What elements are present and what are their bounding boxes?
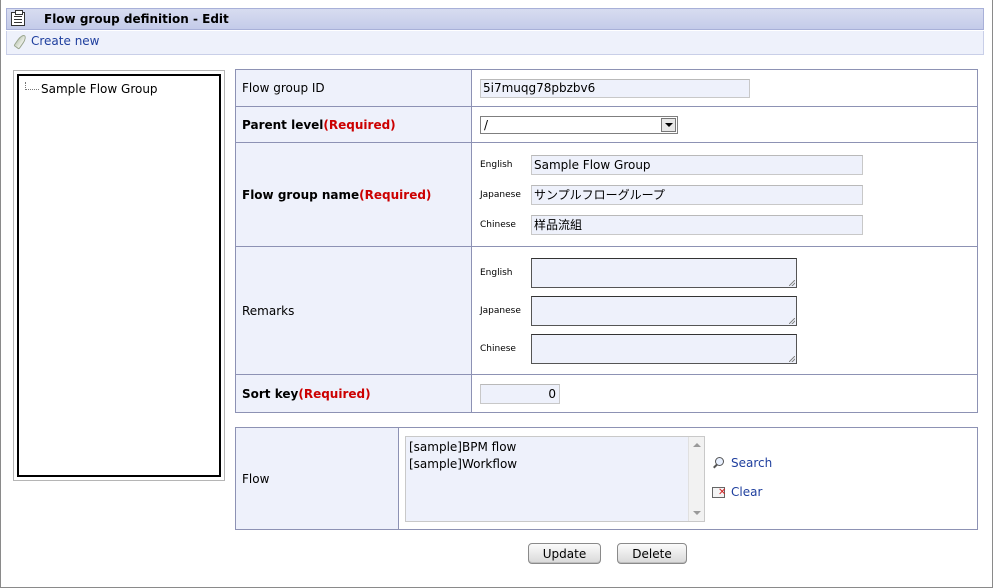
flow-group-name-label: Flow group name(Required) <box>235 142 472 247</box>
update-button[interactable]: Update <box>528 543 601 564</box>
list-item[interactable]: [sample]BPM flow <box>409 439 517 456</box>
clear-link[interactable]: Clear <box>712 482 772 502</box>
name-japanese-row: Japanese サンプルフローグループ <box>480 180 977 210</box>
clear-label: Clear <box>731 485 763 499</box>
list-item[interactable]: [sample]Workflow <box>409 456 517 473</box>
japanese-label: Japanese <box>480 305 521 316</box>
flow-group-id-field[interactable]: 5i7muqg78pbzbv6 <box>480 78 750 98</box>
sort-key-input[interactable]: 0 <box>480 383 560 404</box>
remarks-japanese-textarea[interactable] <box>531 295 797 326</box>
row-flow-group-id: Flow group ID 5i7muqg78pbzbv6 <box>235 69 978 107</box>
search-link[interactable]: Search <box>712 453 772 473</box>
parent-level-select[interactable]: / <box>480 115 678 134</box>
scroll-down-icon[interactable] <box>693 510 701 515</box>
parent-level-value: / <box>484 117 489 132</box>
scrollbar[interactable] <box>688 436 704 521</box>
tree-item[interactable]: Sample Flow Group <box>25 82 158 96</box>
sort-key-label: Sort key(Required) <box>235 374 472 413</box>
row-flow: Flow [sample]BPM flow [sample]Workflow <box>235 427 978 530</box>
search-label: Search <box>731 456 773 470</box>
scroll-up-icon[interactable] <box>693 442 701 447</box>
remarks-chinese-row: Chinese <box>480 330 977 368</box>
remarks-label: Remarks <box>235 246 472 375</box>
english-label: English <box>480 159 513 170</box>
title-bar: Flow group definition - Edit <box>6 8 984 30</box>
flow-group-form: Flow group ID 5i7muqg78pbzbv6 Parent lev… <box>235 69 978 413</box>
clear-icon <box>712 486 727 499</box>
create-new-label: Create new <box>31 34 100 48</box>
parent-level-label: Parent level(Required) <box>235 106 472 143</box>
required-marker: (Required) <box>323 117 396 132</box>
flow-listbox[interactable]: [sample]BPM flow [sample]Workflow <box>405 435 705 522</box>
required-marker: (Required) <box>359 187 432 202</box>
remarks-japanese-row: Japanese <box>480 292 977 330</box>
row-remarks: Remarks English Japanese Chinese <box>235 246 978 375</box>
delete-button[interactable]: Delete <box>617 543 687 564</box>
chevron-down-icon[interactable] <box>661 117 676 132</box>
chinese-label: Chinese <box>480 343 516 354</box>
flow-section: Flow [sample]BPM flow [sample]Workflow <box>235 427 978 530</box>
row-sort-key: Sort key(Required) 0 <box>235 374 978 413</box>
required-marker: (Required) <box>298 386 371 401</box>
remarks-chinese-textarea[interactable] <box>531 333 797 364</box>
feather-icon <box>12 34 26 48</box>
name-english-input[interactable]: Sample Flow Group <box>531 154 863 175</box>
tree-item-label: Sample Flow Group <box>41 82 158 96</box>
english-label: English <box>480 267 513 278</box>
toolbar: Create new <box>6 31 984 55</box>
tree-panel: Sample Flow Group <box>13 70 225 481</box>
name-chinese-row: Chinese 样品流組 <box>480 210 977 240</box>
tree-view: Sample Flow Group <box>17 74 221 477</box>
remarks-english-textarea[interactable] <box>531 257 797 288</box>
japanese-label: Japanese <box>480 189 521 200</box>
name-chinese-input[interactable]: 样品流組 <box>531 214 863 235</box>
flow-label: Flow <box>235 427 399 530</box>
flow-actions: Search Clear <box>712 453 772 511</box>
name-japanese-input[interactable]: サンプルフローグループ <box>531 184 863 205</box>
search-icon <box>712 456 725 470</box>
tree-connector <box>25 82 39 90</box>
row-parent-level: Parent level(Required) / <box>235 106 978 143</box>
page-title: Flow group definition - Edit <box>44 12 229 26</box>
clipboard-icon <box>11 10 25 26</box>
row-flow-group-name: Flow group name(Required) English Sample… <box>235 142 978 247</box>
create-new-link[interactable]: Create new <box>12 34 100 48</box>
chinese-label: Chinese <box>480 219 516 230</box>
name-english-row: English Sample Flow Group <box>480 150 977 180</box>
remarks-english-row: English <box>480 254 977 292</box>
flow-group-id-label: Flow group ID <box>235 69 472 107</box>
